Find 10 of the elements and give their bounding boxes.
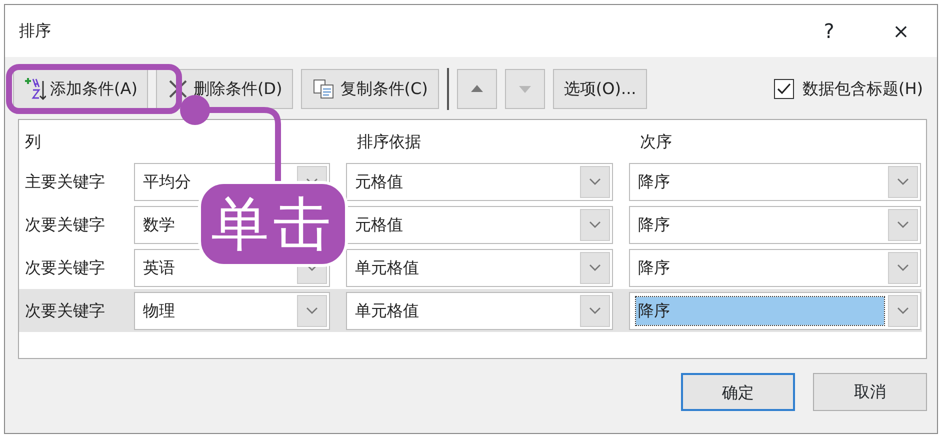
row-label: 次要关键字 [24, 300, 106, 322]
click-tooltip: 单击 [198, 181, 348, 267]
row-label: 次要关键字 [24, 214, 106, 236]
window-title: 排序 [19, 20, 52, 42]
checkbox-label: 数据包含标题(H) [802, 78, 923, 100]
column-header: 次序 [639, 131, 672, 153]
row-label: 次要关键字 [24, 256, 106, 278]
column-header: 列 [24, 131, 42, 153]
row-label: 主要关键字 [24, 170, 106, 192]
column-header: 排序依据 [356, 131, 422, 153]
